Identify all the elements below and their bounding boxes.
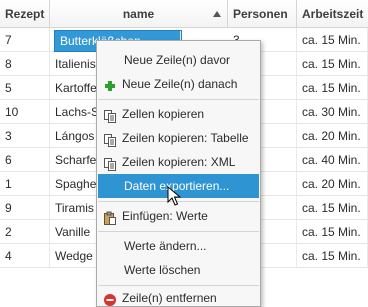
- menu-item-copy-cells[interactable]: Zellen kopieren: [98, 102, 259, 126]
- cell-rezept[interactable]: 8: [0, 52, 50, 76]
- menu-item-label: Zeilen kopieren: Tabelle: [122, 131, 249, 145]
- cell-rezept[interactable]: 6: [0, 148, 50, 172]
- cell-zeit[interactable]: ca. 15 Min.: [297, 28, 368, 52]
- cell-rezept[interactable]: 9: [0, 196, 50, 220]
- menu-item-copy-rows-table[interactable]: Zeilen kopieren: Tabelle: [98, 126, 259, 150]
- cell-zeit[interactable]: ca. 15 Min.: [297, 244, 368, 268]
- cell-rezept[interactable]: 1: [0, 172, 50, 196]
- column-header-personen[interactable]: Personen: [228, 0, 297, 28]
- sort-ascending-icon: [213, 11, 221, 17]
- plus-icon: [103, 77, 117, 91]
- menu-separator: [98, 231, 259, 232]
- menu-item-change-values[interactable]: Werte ändern...: [98, 234, 259, 258]
- copy-icon: [103, 155, 117, 171]
- cell-rezept[interactable]: 3: [0, 124, 50, 148]
- cell-zeit[interactable]: ca. 20 Min.: [297, 172, 368, 196]
- cell-zeit[interactable]: ca. 20 Min.: [297, 124, 368, 148]
- menu-item-new-rows-after[interactable]: Neue Zeile(n) danach: [98, 72, 259, 96]
- menu-item-label: Zeile(n) entfernen: [122, 291, 217, 305]
- menu-item-label: Einfügen: Werte: [122, 209, 208, 223]
- remove-icon: [103, 291, 117, 306]
- cell-rezept[interactable]: 4: [0, 244, 50, 268]
- cell-rezept[interactable]: 10: [0, 100, 50, 124]
- cell-zeit[interactable]: ca. 15 Min.: [297, 196, 368, 220]
- cell-rezept[interactable]: 7: [0, 28, 50, 52]
- menu-item-label: Zellen kopieren: [122, 107, 205, 121]
- context-menu: Neue Zeile(n) davor Neue Zeile(n) danach Z…: [96, 40, 261, 307]
- menu-separator: [98, 99, 259, 100]
- column-header-name-label: name: [122, 7, 155, 21]
- column-header-rezept[interactable]: Rezept: [0, 0, 50, 28]
- cell-zeit[interactable]: ca. 15 Min.: [297, 76, 368, 100]
- cell-zeit[interactable]: ca. 40 Min.: [297, 148, 368, 172]
- menu-item-label: Zeilen kopieren: XML: [122, 155, 236, 169]
- copy-icon: [103, 107, 117, 123]
- menu-item-copy-rows-xml[interactable]: Zeilen kopieren: XML: [98, 150, 259, 174]
- menu-item-remove-rows[interactable]: Zeile(n) entfernen: [98, 286, 259, 307]
- menu-item-label: Werte ändern...: [124, 239, 207, 253]
- copy-icon: [103, 131, 117, 147]
- menu-item-label: Werte löschen: [124, 263, 201, 277]
- menu-item-new-rows-before[interactable]: Neue Zeile(n) davor: [98, 48, 259, 72]
- column-header-arbeitszeit[interactable]: Arbeitszeit: [297, 0, 368, 28]
- paste-icon: [103, 209, 117, 225]
- cell-zeit[interactable]: ca. 15 Min.: [297, 52, 368, 76]
- table-header: Rezept name Personen Arbeitszeit: [0, 0, 368, 28]
- menu-item-label: Neue Zeile(n) davor: [124, 53, 231, 67]
- cell-zeit[interactable]: ca. 15 Min.: [297, 220, 368, 244]
- cell-rezept[interactable]: 2: [0, 220, 50, 244]
- menu-item-label: Neue Zeile(n) danach: [122, 77, 238, 91]
- cell-zeit[interactable]: ca. 30 Min.: [297, 100, 368, 124]
- cell-rezept[interactable]: 5: [0, 76, 50, 100]
- mouse-cursor-icon: [167, 186, 182, 206]
- menu-item-delete-values[interactable]: Werte löschen: [98, 258, 259, 282]
- column-header-name[interactable]: name: [50, 0, 228, 28]
